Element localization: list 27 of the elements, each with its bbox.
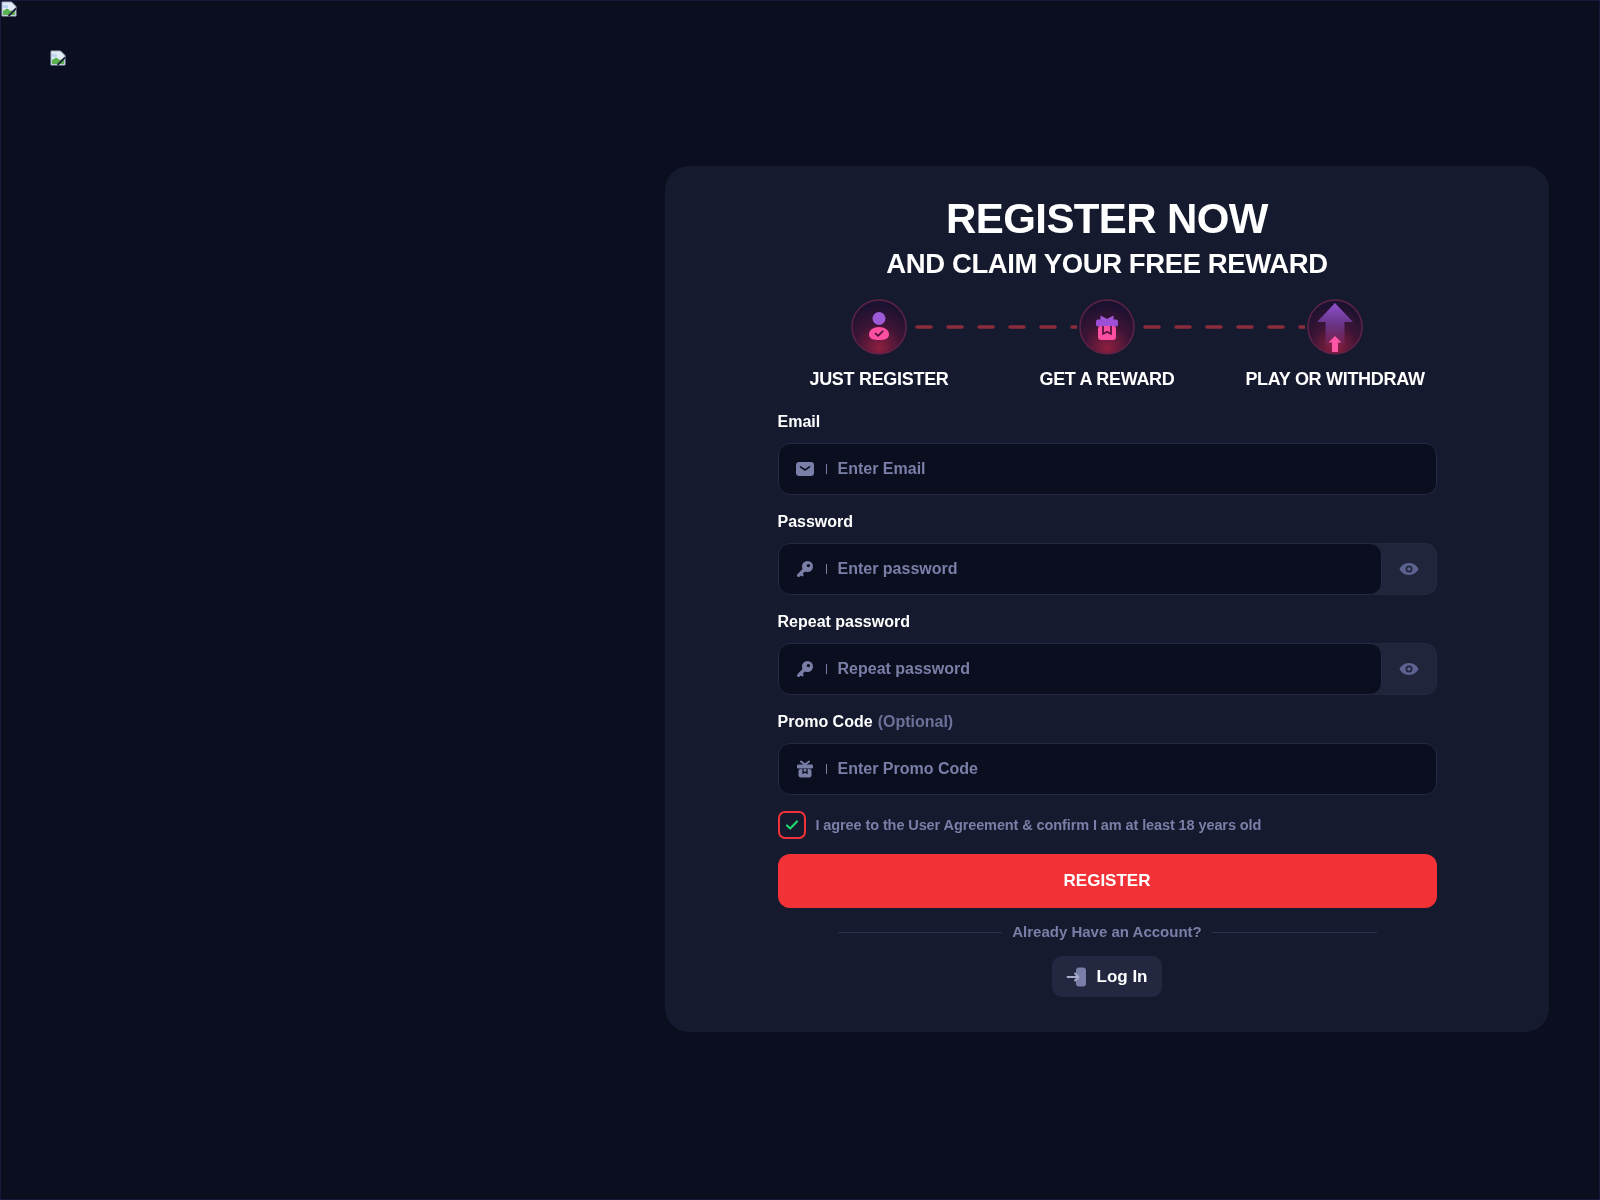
step-label: PLAY OR WITHDRAW (1245, 368, 1425, 390)
field-label: Email (777, 412, 821, 432)
field-label: Promo Code (777, 712, 873, 732)
optional-note: (Optional) (877, 712, 954, 732)
agree-checkbox[interactable] (777, 811, 806, 839)
step-label: GET A REWARD (1039, 368, 1175, 390)
login-prompt: Already Have an Account? (1012, 922, 1202, 942)
sign-in-icon (1065, 965, 1088, 988)
login-button[interactable]: Log In (1051, 956, 1163, 997)
register-button[interactable]: REGISTER (777, 854, 1437, 908)
field-label: Repeat password (777, 612, 910, 632)
broken-image-icon (1, 1, 17, 17)
key-icon (795, 560, 814, 578)
step-label: JUST REGISTER (809, 368, 949, 390)
broken-image-icon (50, 50, 66, 66)
mail-icon (795, 462, 814, 476)
eye-icon (1398, 562, 1419, 576)
field-label: Password (777, 512, 854, 532)
page-title: REGISTER NOW (946, 195, 1268, 243)
eye-icon (1398, 662, 1419, 676)
page-subtitle: AND CLAIM YOUR FREE REWARD (886, 248, 1328, 280)
key-icon (795, 660, 814, 678)
gift-icon (1079, 299, 1135, 355)
user-check-icon (851, 299, 907, 355)
gift-icon (795, 760, 814, 778)
check-icon (784, 819, 799, 831)
agreement-text: I agree to the User Agreement & confirm I am at least 18 years old (815, 816, 1262, 834)
